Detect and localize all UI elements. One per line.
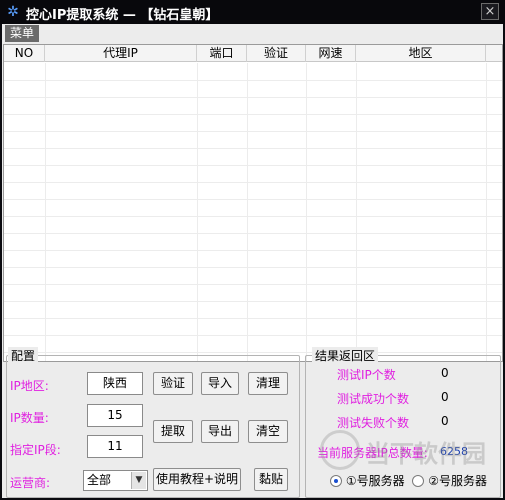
chevron-down-icon[interactable]: ▼ — [131, 472, 146, 489]
import-button[interactable]: 导入 — [201, 372, 239, 395]
table-row — [4, 301, 502, 302]
table-row — [4, 233, 502, 234]
failed-count-label: 测试失败个数 — [337, 416, 410, 430]
menu-item-menu[interactable]: 菜单 — [5, 25, 40, 42]
server2-radio[interactable] — [412, 475, 425, 487]
count-input[interactable]: 15 — [87, 404, 143, 427]
server2-label: ②号服务器 — [428, 474, 488, 488]
table-row — [4, 148, 502, 149]
paste-button[interactable]: 黏贴 — [254, 468, 288, 491]
table-row — [4, 284, 502, 285]
results-group-title: 结果返回区 — [312, 347, 379, 364]
tutorial-button[interactable]: 使用教程+说明 — [153, 468, 241, 491]
title-bar: ✲ 控心IP提取系统 — 【钻石皇朝】 × — [0, 0, 505, 24]
server2-option[interactable]: ②号服务器 — [412, 474, 487, 488]
table-body — [4, 63, 502, 361]
verify-button[interactable]: 验证 — [153, 372, 193, 395]
segment-input[interactable]: 11 — [87, 435, 143, 458]
column-header-port[interactable]: 端口 — [197, 45, 247, 62]
server-radio-group: ①号服务器 ②号服务器 — [330, 472, 487, 489]
table-row — [4, 131, 502, 132]
table-header: NO 代理IP 端口 验证 网速 地区 — [4, 45, 502, 62]
column-divider — [356, 63, 357, 361]
region-label: IP地区: — [10, 379, 49, 393]
column-header-verify[interactable]: 验证 — [247, 45, 306, 62]
server1-option[interactable]: ①号服务器 — [330, 474, 408, 488]
table-row — [4, 114, 502, 115]
success-count-value: 0 — [441, 390, 449, 404]
total-ip-label: 当前服务器IP总数量: — [317, 446, 428, 460]
server1-label: ①号服务器 — [345, 474, 405, 488]
proxy-ip-table[interactable]: NO 代理IP 端口 验证 网速 地区 — [3, 44, 503, 362]
column-divider — [306, 63, 307, 361]
column-divider — [247, 63, 248, 361]
menu-bar: 菜单 — [2, 24, 503, 43]
column-header-proxy-ip[interactable]: 代理IP — [45, 45, 197, 62]
column-header-no[interactable]: NO — [4, 45, 45, 62]
table-row — [4, 216, 502, 217]
column-divider — [45, 63, 46, 361]
table-row — [4, 267, 502, 268]
region-input[interactable]: 陕西 — [87, 372, 143, 395]
table-row — [4, 80, 502, 81]
extract-button[interactable]: 提取 — [153, 420, 193, 443]
table-row — [4, 165, 502, 166]
count-label: IP数量: — [10, 411, 49, 425]
clear-button[interactable]: 清理 — [248, 372, 288, 395]
window-client-area: 菜单 NO 代理IP 端口 验证 网速 地区 配置 IP地区: 陕西 IP数量:… — [2, 24, 503, 498]
table-row — [4, 199, 502, 200]
tested-count-value: 0 — [441, 366, 449, 380]
failed-count-value: 0 — [441, 414, 449, 428]
column-header-region[interactable]: 地区 — [356, 45, 486, 62]
segment-label: 指定IP段: — [10, 443, 61, 457]
empty-button[interactable]: 清空 — [248, 420, 288, 443]
table-row — [4, 97, 502, 98]
table-row — [4, 250, 502, 251]
config-group-title: 配置 — [8, 347, 39, 364]
carrier-select-value: 全部 — [87, 473, 112, 487]
total-ip-value: 6258 — [440, 445, 468, 458]
table-row — [4, 182, 502, 183]
window-title: 控心IP提取系统 — 【钻石皇朝】 — [26, 8, 219, 23]
tested-count-label: 测试IP个数 — [337, 368, 396, 382]
table-row — [4, 352, 502, 353]
server1-radio[interactable] — [330, 475, 342, 487]
table-row — [4, 318, 502, 319]
export-button[interactable]: 导出 — [201, 420, 239, 443]
column-divider — [486, 63, 487, 361]
column-header-speed[interactable]: 网速 — [306, 45, 356, 62]
carrier-label: 运营商: — [10, 476, 51, 490]
carrier-select[interactable]: 全部 ▼ — [83, 470, 148, 491]
close-button[interactable]: × — [481, 3, 499, 20]
success-count-label: 测试成功个数 — [337, 392, 410, 406]
column-divider — [197, 63, 198, 361]
table-row — [4, 335, 502, 336]
snowflake-icon: ✲ — [7, 4, 19, 20]
